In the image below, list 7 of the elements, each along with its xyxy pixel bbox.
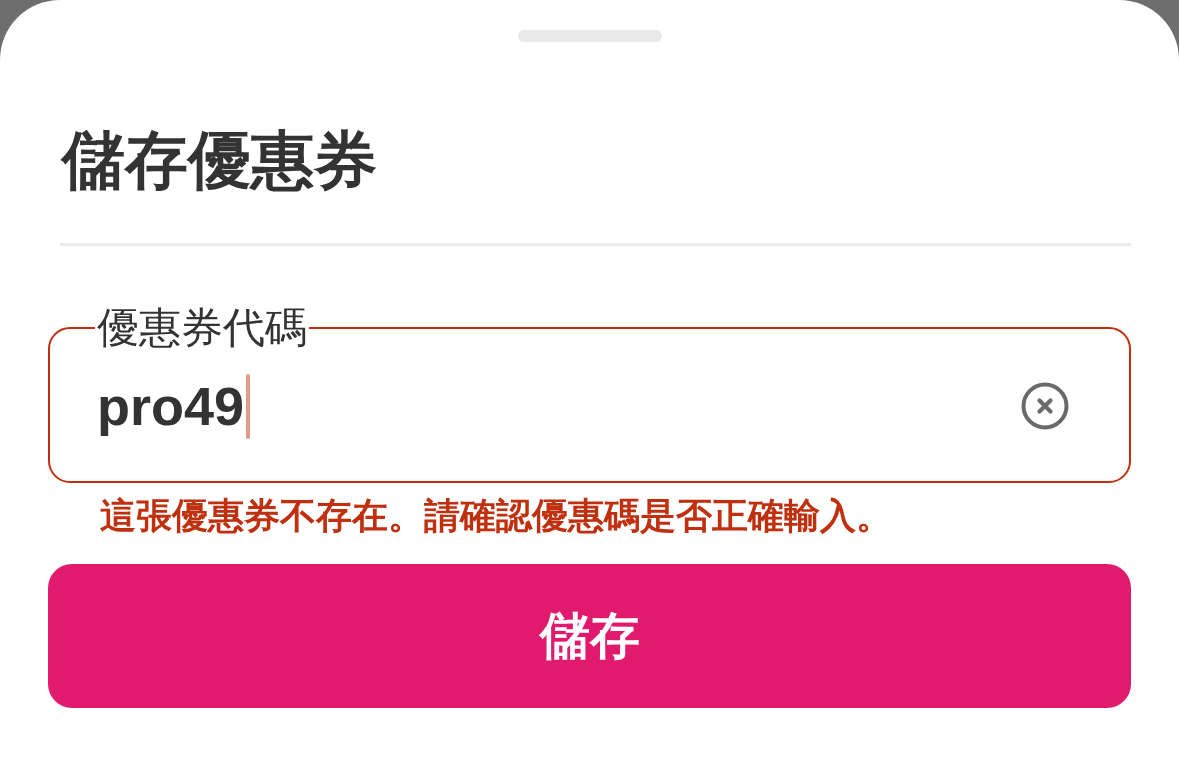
sheet-title: 儲存優惠券 (62, 124, 377, 196)
coupon-code-field[interactable]: 優惠券代碼 pro49 (48, 307, 1131, 483)
field-value: pro49 (97, 375, 245, 437)
field-label: 優惠券代碼 (96, 307, 308, 349)
save-button[interactable]: 儲存 (48, 564, 1131, 708)
error-message: 這張優惠券不存在。請確認優惠碼是否正確輸入。 (100, 495, 892, 536)
clear-icon[interactable] (1021, 382, 1069, 430)
